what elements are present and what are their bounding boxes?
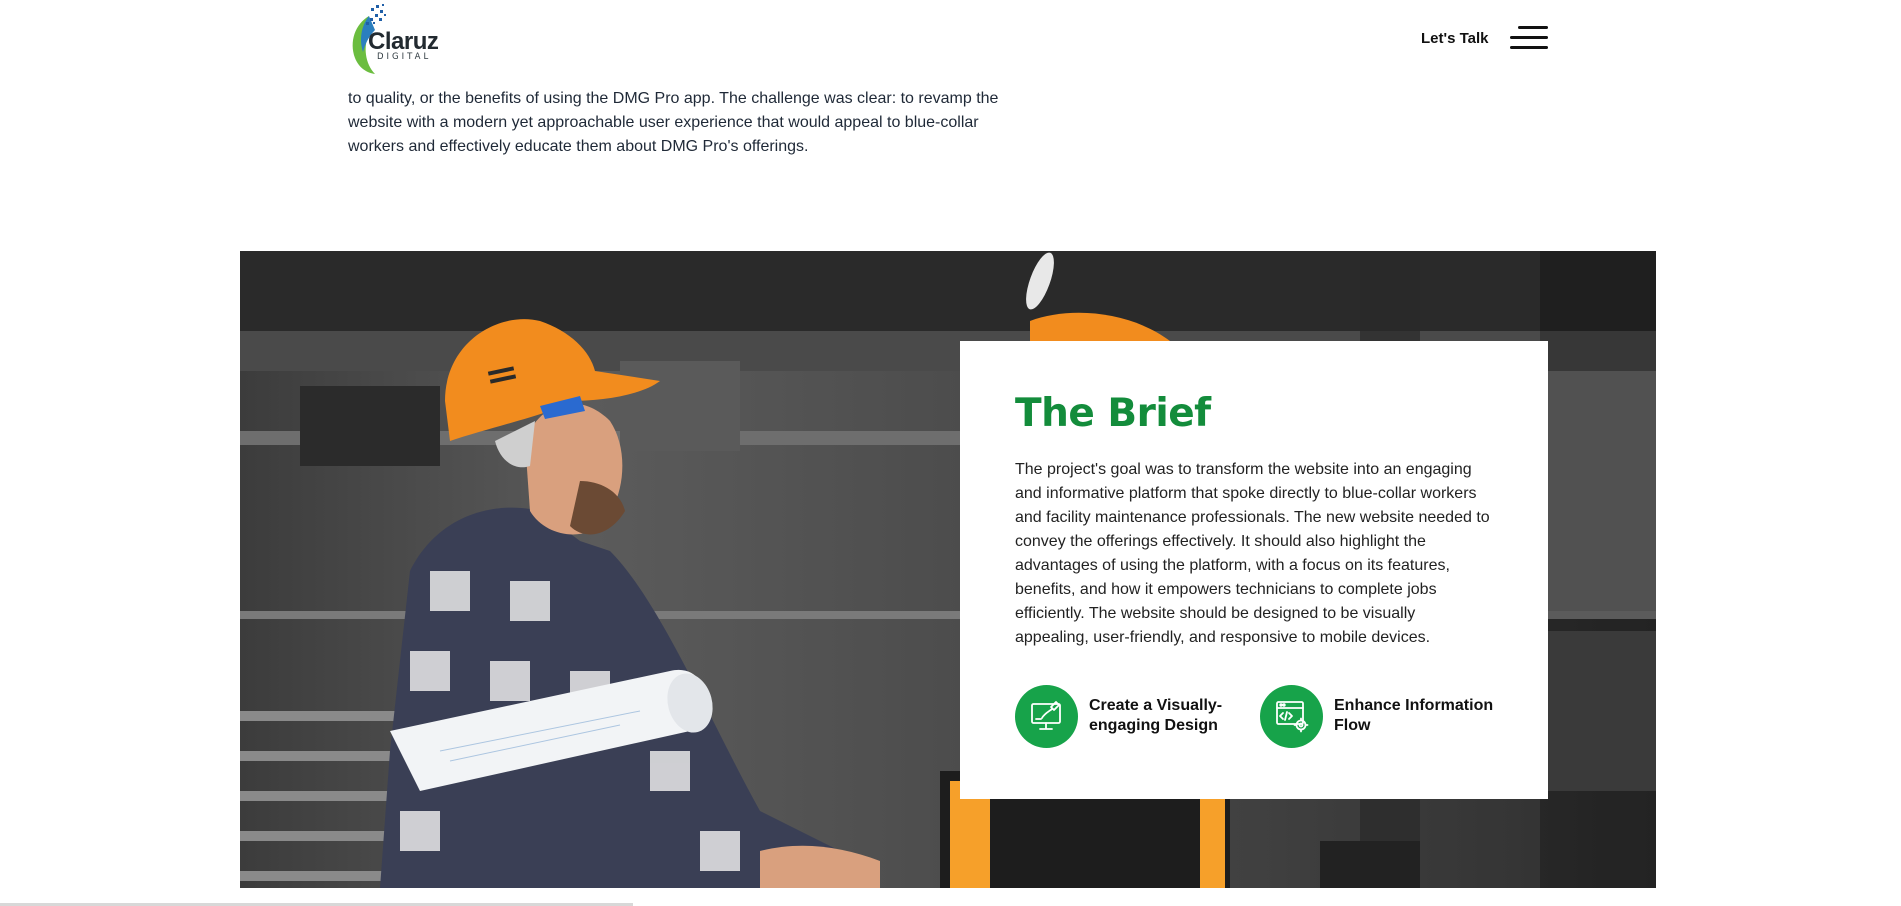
claruz-logo[interactable]: Claruz DIGITAL — [347, 2, 439, 76]
lets-talk-link[interactable]: Let's Talk — [1421, 30, 1488, 47]
brief-body: The project's goal was to transform the … — [1015, 461, 1490, 646]
brief-title: The Brief — [1015, 391, 1211, 436]
brief-features: Create a Visually-engaging Design Enhanc… — [1015, 684, 1495, 748]
feature-visual-design: Create a Visually-engaging Design — [1015, 684, 1259, 748]
feature-information-flow: Enhance Information Flow — [1260, 684, 1504, 748]
code-settings-icon — [1260, 684, 1323, 748]
feature-label: Enhance Information Flow — [1334, 697, 1494, 734]
feature-label: Create a Visually-engaging Design — [1089, 697, 1223, 734]
logo-subtitle: DIGITAL — [377, 52, 432, 62]
brief-card: The Brief The project's goal was to tran… — [960, 341, 1548, 799]
design-monitor-icon — [1015, 684, 1078, 748]
photo-shade — [1540, 251, 1656, 888]
site-header: Claruz DIGITAL Let's Talk — [0, 0, 1901, 78]
hamburger-icon[interactable] — [1510, 24, 1548, 52]
challenge-paragraph: to quality, or the benefits of using the… — [348, 90, 999, 155]
